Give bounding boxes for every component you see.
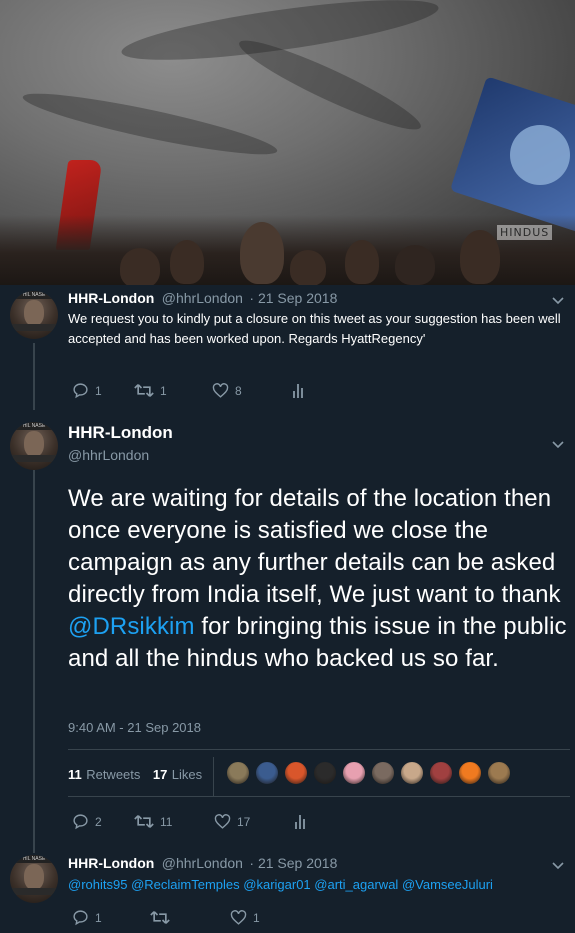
liker-avatar[interactable]: [255, 761, 279, 785]
reply-button[interactable]: 1: [72, 382, 134, 399]
like-count: 17: [237, 814, 251, 829]
like-button[interactable]: 17: [214, 813, 294, 830]
retweet-icon: [134, 815, 154, 828]
mention-link[interactable]: @VamseeJuluri: [402, 877, 493, 892]
reply-count: 2: [95, 814, 102, 829]
like-button[interactable]: 8: [212, 382, 292, 399]
tweet-text: @rohits95 @ReclaimTemples @karigar01 @ar…: [68, 875, 573, 895]
author-handle[interactable]: @hhrLondon: [68, 447, 149, 463]
heart-icon: [212, 383, 229, 398]
retweet-button[interactable]: 11: [134, 813, 214, 830]
liker-avatar[interactable]: [313, 761, 337, 785]
liker-avatar[interactable]: [487, 761, 511, 785]
author-name[interactable]: HHR-London: [68, 855, 154, 871]
tweet-date[interactable]: · 21 Sep 2018: [249, 855, 337, 871]
reply-icon: [73, 814, 88, 830]
analytics-icon: [295, 815, 305, 829]
banner-image: HINDUS: [0, 0, 575, 285]
liker-avatar[interactable]: [284, 761, 308, 785]
reply-button[interactable]: 2: [72, 813, 134, 830]
reply-icon: [73, 910, 88, 926]
reply-count: 1: [95, 910, 102, 925]
tweet-text: We are waiting for details of the locati…: [68, 483, 568, 675]
like-count: 1: [253, 910, 260, 925]
tweet-reply-1[interactable]: HIL NASE HHR-London @hhrLondon · 21 Sep …: [0, 285, 575, 410]
tweet-timestamp[interactable]: 9:40 AM - 21 Sep 2018: [68, 720, 201, 735]
author-name[interactable]: HHR-London: [68, 423, 173, 443]
analytics-button[interactable]: [294, 813, 308, 830]
reply-button[interactable]: 1: [72, 909, 150, 926]
analytics-button[interactable]: [292, 382, 306, 399]
mention-link[interactable]: @rohits95: [68, 877, 127, 892]
tweet-date[interactable]: · 21 Sep 2018: [249, 290, 337, 306]
likes-stat[interactable]: 17 Likes: [153, 766, 202, 783]
author-handle[interactable]: @hhrLondon: [162, 290, 243, 306]
tweet-main[interactable]: HIL NASE HHR-London @hhrLondon We are wa…: [0, 410, 575, 845]
retweets-stat[interactable]: 11 Retweets: [68, 766, 145, 783]
heart-icon: [230, 910, 247, 925]
retweet-button[interactable]: 1: [134, 382, 212, 399]
tweet-text: We request you to kindly put a closure o…: [68, 311, 561, 346]
like-button[interactable]: 1: [230, 909, 310, 926]
liker-avatar[interactable]: [342, 761, 366, 785]
author-name[interactable]: HHR-London: [68, 290, 154, 306]
tweet-reply-2[interactable]: HIL NASE HHR-London @hhrLondon · 21 Sep …: [0, 845, 575, 933]
liker-avatar[interactable]: [458, 761, 482, 785]
analytics-icon: [293, 384, 303, 398]
retweet-count: 1: [160, 383, 167, 398]
chevron-down-icon[interactable]: [551, 858, 565, 872]
liker-avatars[interactable]: [226, 761, 516, 785]
reply-count: 1: [95, 383, 102, 398]
retweet-icon: [150, 911, 170, 924]
liker-avatar[interactable]: [429, 761, 453, 785]
tweet-stats: 11 Retweets 17 Likes: [68, 766, 202, 784]
mention-link[interactable]: @ReclaimTemples: [131, 877, 240, 892]
retweet-count: 11: [160, 814, 173, 829]
tweet-text-part: We are waiting for details of the locati…: [68, 485, 561, 608]
avatar[interactable]: HIL NASE: [10, 422, 58, 470]
avatar[interactable]: HIL NASE: [10, 291, 58, 339]
liker-avatar[interactable]: [371, 761, 395, 785]
thread-line: [33, 470, 35, 845]
heart-icon: [214, 814, 231, 829]
chevron-down-icon[interactable]: [551, 293, 565, 307]
chevron-down-icon[interactable]: [551, 437, 565, 451]
avatar[interactable]: HIL NASE: [10, 855, 58, 903]
like-count: 8: [235, 383, 242, 398]
thread-line: [33, 845, 35, 853]
mention-link[interactable]: @karigar01: [243, 877, 310, 892]
thread-line: [33, 343, 35, 410]
liker-avatar[interactable]: [400, 761, 424, 785]
liker-avatar[interactable]: [226, 761, 250, 785]
banner-sign-text: HINDUS: [497, 225, 553, 240]
mention-link[interactable]: @DRsikkim: [68, 613, 195, 640]
retweet-button[interactable]: [150, 909, 230, 926]
mention-link[interactable]: @arti_agarwal: [314, 877, 398, 892]
author-handle[interactable]: @hhrLondon: [162, 855, 243, 871]
reply-icon: [73, 383, 88, 399]
retweet-icon: [134, 384, 154, 397]
